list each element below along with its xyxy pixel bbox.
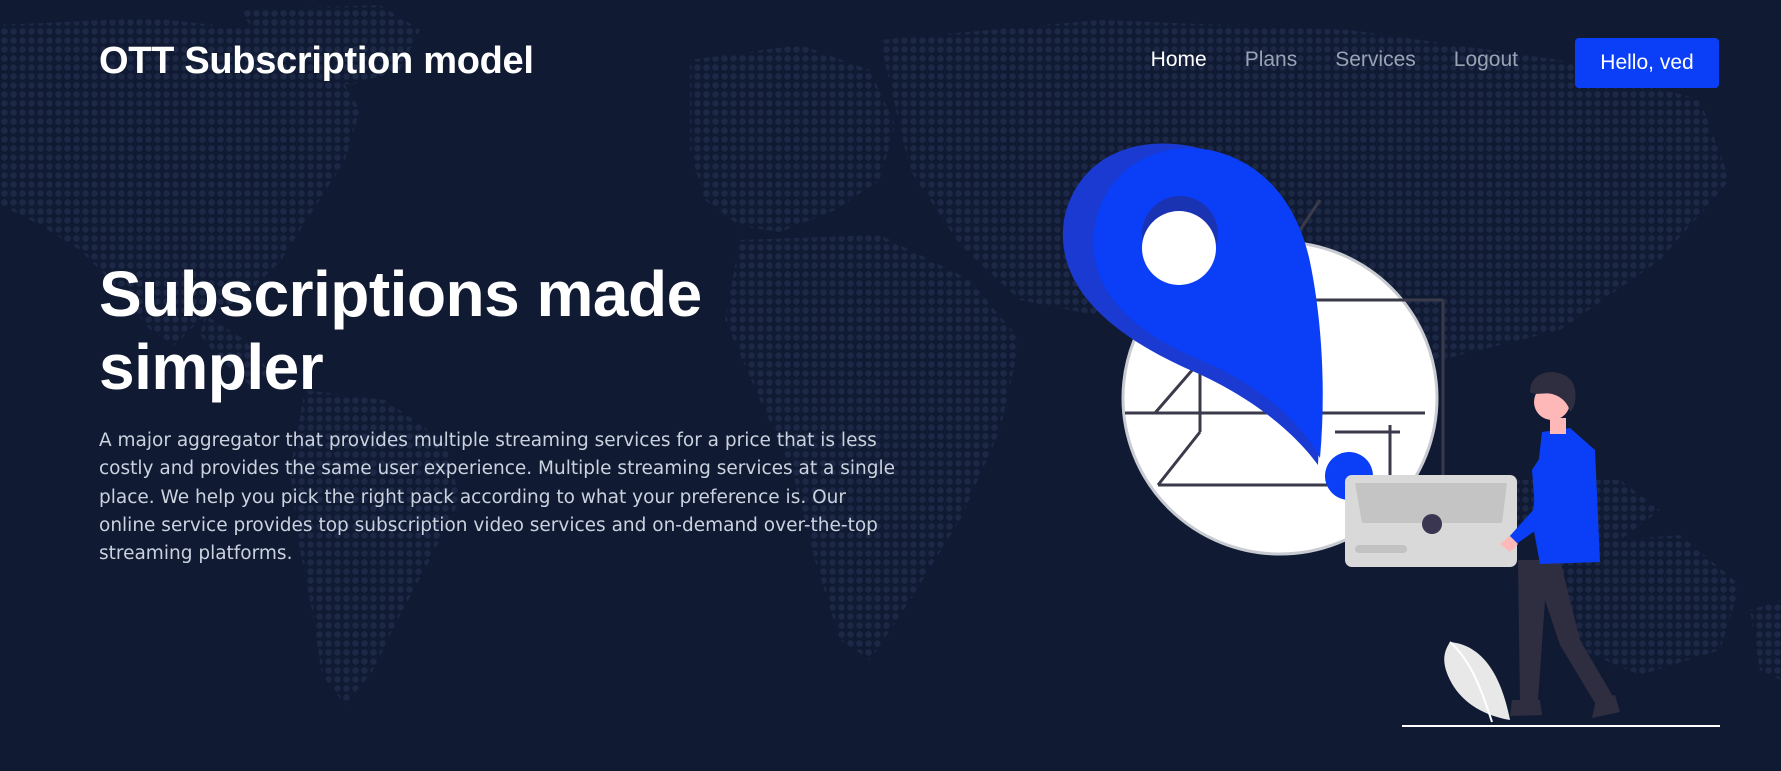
landing-page: OTT Subscription model Home Plans Servic… <box>0 0 1781 771</box>
leaf-icon <box>1444 641 1510 723</box>
hero-description: A major aggregator that provides multipl… <box>99 430 895 565</box>
hero-title: Subscriptions made simpler <box>99 258 702 403</box>
nav-link-services[interactable]: Services <box>1335 48 1416 72</box>
main-nav: Home Plans Services Logout <box>1151 48 1518 72</box>
brand-title[interactable]: OTT Subscription model <box>99 40 534 83</box>
user-greeting-button[interactable]: Hello, ved <box>1575 38 1719 88</box>
laptop-icon <box>1345 475 1517 567</box>
nav-link-plans[interactable]: Plans <box>1245 48 1298 72</box>
location-pin-person-illustration <box>1062 143 1720 727</box>
nav-link-logout[interactable]: Logout <box>1454 48 1518 72</box>
person-figure <box>1500 372 1620 718</box>
nav-link-home[interactable]: Home <box>1151 48 1207 72</box>
